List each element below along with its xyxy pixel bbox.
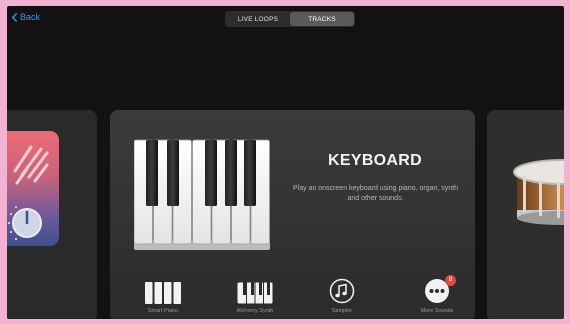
- sound-label: More Sounds: [420, 308, 454, 314]
- sound-sampler[interactable]: Sampler: [307, 278, 377, 314]
- back-button[interactable]: Back: [11, 12, 40, 22]
- card-description: Play an onscreen keyboard using piano, o…: [293, 185, 458, 202]
- alchemy-synth-art: [7, 131, 59, 246]
- keyboard-piano-icon: [134, 139, 270, 250]
- sound-smart-piano[interactable]: Smart Piano: [128, 280, 198, 314]
- sound-alchemy-synth[interactable]: Alchemy Synth: [220, 280, 290, 314]
- smart-piano-icon: [145, 282, 181, 304]
- mode-segmented-control: LIVE LOOPS TRACKS: [225, 11, 355, 27]
- sound-label: Alchemy Synth: [236, 308, 274, 314]
- sound-label: Smart Piano: [147, 308, 179, 314]
- chevron-left-icon: [11, 12, 18, 22]
- knob-icon: [8, 206, 42, 240]
- sound-label: Sampler: [331, 308, 353, 314]
- app-screen: Back LIVE LOOPS TRACKS KEYBOARD Play an …: [7, 6, 564, 319]
- snare-drum-icon: [513, 159, 564, 225]
- back-label: Back: [20, 12, 41, 22]
- sound-more-sounds[interactable]: 8 More Sounds: [402, 275, 472, 314]
- sampler-icon: [329, 278, 355, 304]
- tab-tracks[interactable]: TRACKS: [290, 12, 354, 26]
- keyboard-card[interactable]: KEYBOARD Play an onscreen keyboard using…: [110, 110, 475, 319]
- tab-live-loops[interactable]: LIVE LOOPS: [226, 12, 290, 26]
- alchemy-synth-icon: [237, 282, 273, 304]
- card-title: KEYBOARD: [328, 152, 422, 169]
- drums-card[interactable]: [487, 110, 564, 319]
- notification-badge: 8: [445, 275, 456, 286]
- sound-options: Smart Piano Alchemy Synth Sampler 8 More…: [110, 275, 475, 319]
